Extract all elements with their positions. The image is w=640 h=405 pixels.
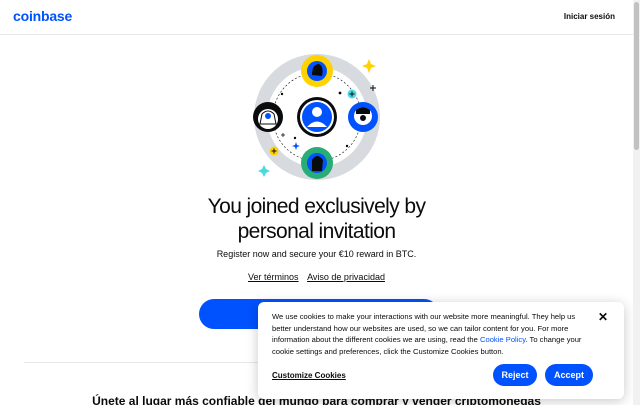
cookie-policy-link[interactable]: Cookie Policy bbox=[480, 335, 525, 344]
sparkle-icon bbox=[258, 165, 270, 177]
reject-button[interactable]: Reject bbox=[493, 364, 537, 386]
cookie-message: We use cookies to make your interactions… bbox=[272, 311, 594, 357]
privacy-link[interactable]: Aviso de privacidad bbox=[307, 272, 385, 282]
accept-button[interactable]: Accept bbox=[545, 364, 593, 386]
vertical-scrollbar[interactable] bbox=[633, 0, 640, 405]
invitation-illustration bbox=[253, 54, 380, 180]
scrollbar-thumb[interactable] bbox=[634, 2, 639, 150]
page-title: You joined exclusively by personal invit… bbox=[150, 194, 483, 244]
browser-viewport: coinbase Iniciar sesión You joined exclu… bbox=[0, 0, 633, 405]
top-nav: coinbase Iniciar sesión bbox=[0, 0, 633, 35]
sign-in-link[interactable]: Iniciar sesión bbox=[564, 12, 615, 21]
legal-links: Ver términos Aviso de privacidad bbox=[150, 272, 483, 282]
cookie-banner: We use cookies to make your interactions… bbox=[258, 302, 624, 399]
title-line-1: You joined exclusively by bbox=[207, 195, 426, 218]
title-line-2: personal invitation bbox=[237, 220, 396, 243]
close-icon[interactable]: ✕ bbox=[596, 310, 610, 324]
customize-cookies-button[interactable]: Customize Cookies bbox=[272, 371, 346, 380]
terms-link[interactable]: Ver términos bbox=[248, 272, 299, 282]
reward-subtitle: Register now and secure your €10 reward … bbox=[216, 249, 417, 259]
sparkle-icon bbox=[362, 59, 376, 73]
coinbase-logo[interactable]: coinbase bbox=[13, 8, 72, 24]
